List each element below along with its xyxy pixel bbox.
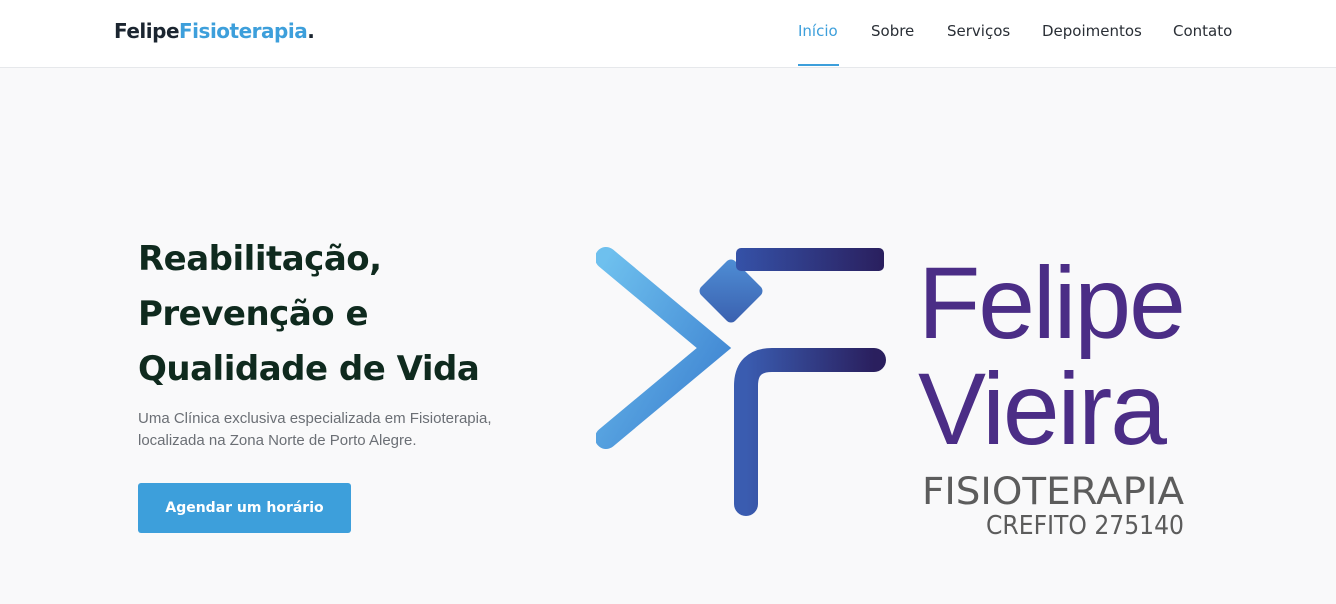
- nav-item-sobre[interactable]: Sobre: [871, 22, 914, 40]
- hero-title-line: Prevenção e: [138, 294, 369, 334]
- site-header: FelipeFisioterapia. Início Sobre Serviço…: [0, 0, 1336, 68]
- brand-logo[interactable]: FelipeFisioterapia.: [114, 19, 315, 43]
- logo-name-line1: Felipe: [918, 246, 1184, 360]
- nav-active-indicator: [798, 64, 839, 66]
- hero-subtitle-line: Uma Clínica exclusiva especializada em F…: [138, 410, 492, 427]
- nav-item-inicio[interactable]: Início: [798, 22, 838, 40]
- nav-item-depoimentos[interactable]: Depoimentos: [1042, 22, 1142, 40]
- brand-name-part1: Felipe: [114, 19, 180, 43]
- logo-top-bar-shape: [736, 248, 884, 271]
- nav-item-contato[interactable]: Contato: [1173, 22, 1232, 40]
- logo-chevron-shape: [596, 247, 732, 449]
- hero-title-line: Reabilitação,: [138, 239, 382, 279]
- nav-item-servicos[interactable]: Serviços: [947, 22, 1010, 40]
- hero-title-line: Qualidade de Vida: [138, 349, 480, 389]
- hero-title: Reabilitação, Prevenção e Qualidade de V…: [138, 232, 480, 397]
- schedule-appointment-button[interactable]: Agendar um horário: [138, 483, 351, 533]
- hero-subtitle: Uma Clínica exclusiva especializada em F…: [138, 408, 538, 452]
- logo-name-line2: Vieira: [918, 352, 1167, 466]
- logo-f-shape: [734, 348, 886, 516]
- clinic-logo: Felipe Vieira FISIOTERAPIA CREFITO 27514…: [596, 246, 1186, 541]
- brand-name-dot: .: [307, 19, 315, 43]
- brand-name-part2: Fisioterapia: [179, 19, 308, 43]
- hero-subtitle-line: localizada na Zona Norte de Porto Alegre…: [138, 432, 417, 449]
- logo-registration: CREFITO 275140: [986, 511, 1184, 541]
- logo-tagline: FISIOTERAPIA: [922, 470, 1184, 513]
